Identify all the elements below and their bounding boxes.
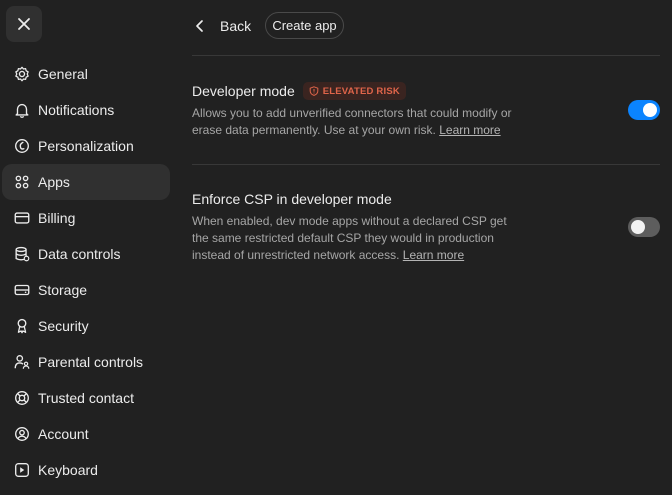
- enforce-csp-learn-more-link[interactable]: Learn more: [403, 248, 464, 262]
- personalization-icon: [12, 136, 32, 156]
- storage-drive-icon: [12, 280, 32, 300]
- settings-window: General Notifications Personalization Ap…: [0, 0, 672, 495]
- sidebar-item-personalization[interactable]: Personalization: [2, 128, 170, 164]
- sidebar-item-label: Account: [38, 426, 89, 442]
- keyboard-icon: [12, 460, 32, 480]
- shield-alert-icon: [309, 86, 319, 96]
- back-label: Back: [220, 18, 252, 34]
- sidebar-item-notifications[interactable]: Notifications: [2, 92, 170, 128]
- chevron-left-icon: [196, 20, 203, 32]
- sidebar-item-label: Data controls: [38, 246, 121, 262]
- sidebar-item-account[interactable]: Account: [2, 416, 170, 452]
- parental-controls-icon: [12, 352, 32, 372]
- elevated-risk-badge: ELEVATED RISK: [302, 82, 406, 100]
- sidebar-item-keyboard[interactable]: Keyboard: [2, 452, 170, 488]
- header-divider: [192, 55, 660, 56]
- enforce-csp-title: Enforce CSP in developer mode: [192, 191, 392, 207]
- security-key-icon: [12, 316, 32, 336]
- sidebar-item-storage[interactable]: Storage: [2, 272, 170, 308]
- sidebar-item-label: Billing: [38, 210, 76, 226]
- lifebuoy-icon: [12, 388, 32, 408]
- toggle-knob: [643, 103, 657, 117]
- sidebar-item-label: Storage: [38, 282, 88, 298]
- back-button[interactable]: Back: [192, 12, 251, 40]
- sidebar-item-label: Keyboard: [38, 462, 98, 478]
- badge-label: ELEVATED RISK: [322, 85, 400, 97]
- toggle-knob: [631, 220, 645, 234]
- close-button[interactable]: [6, 6, 42, 42]
- close-icon: [18, 18, 30, 30]
- developer-mode-description: Allows you to add unverified connectors …: [192, 105, 512, 139]
- sidebar-item-label: Personalization: [38, 138, 134, 154]
- row-divider: [192, 164, 660, 165]
- gear-icon: [12, 64, 32, 84]
- bell-icon: [12, 100, 32, 120]
- database-icon: [12, 244, 32, 264]
- sidebar-item-label: Notifications: [38, 102, 115, 118]
- credit-card-icon: [12, 208, 32, 228]
- account-icon: [12, 424, 32, 444]
- apps-grid-icon: [12, 172, 32, 192]
- sidebar-item-label: Security: [38, 318, 89, 334]
- sidebar-item-security[interactable]: Security: [2, 308, 170, 344]
- developer-mode-learn-more-link[interactable]: Learn more: [439, 123, 500, 137]
- sidebar-item-parental-controls[interactable]: Parental controls: [2, 344, 170, 380]
- enforce-csp-description: When enabled, dev mode apps without a de…: [192, 213, 512, 264]
- sidebar-item-label: General: [38, 66, 88, 82]
- developer-mode-title: Developer mode: [192, 83, 295, 99]
- sidebar-item-label: Apps: [38, 174, 70, 190]
- sidebar-item-trusted-contact[interactable]: Trusted contact: [2, 380, 170, 416]
- create-app-button[interactable]: Create app: [265, 12, 344, 39]
- sidebar-item-label: Trusted contact: [38, 390, 134, 406]
- sidebar-item-apps[interactable]: Apps: [2, 164, 170, 200]
- developer-mode-toggle[interactable]: [628, 100, 660, 120]
- developer-mode-row: Developer mode ELEVATED RISK: [192, 82, 406, 100]
- sidebar-item-general[interactable]: General: [2, 56, 170, 92]
- enforce-csp-row: Enforce CSP in developer mode: [192, 191, 392, 207]
- enforce-csp-toggle[interactable]: [628, 217, 660, 237]
- sidebar-item-billing[interactable]: Billing: [2, 200, 170, 236]
- sidebar-item-label: Parental controls: [38, 354, 144, 370]
- sidebar-item-data-controls[interactable]: Data controls: [2, 236, 170, 272]
